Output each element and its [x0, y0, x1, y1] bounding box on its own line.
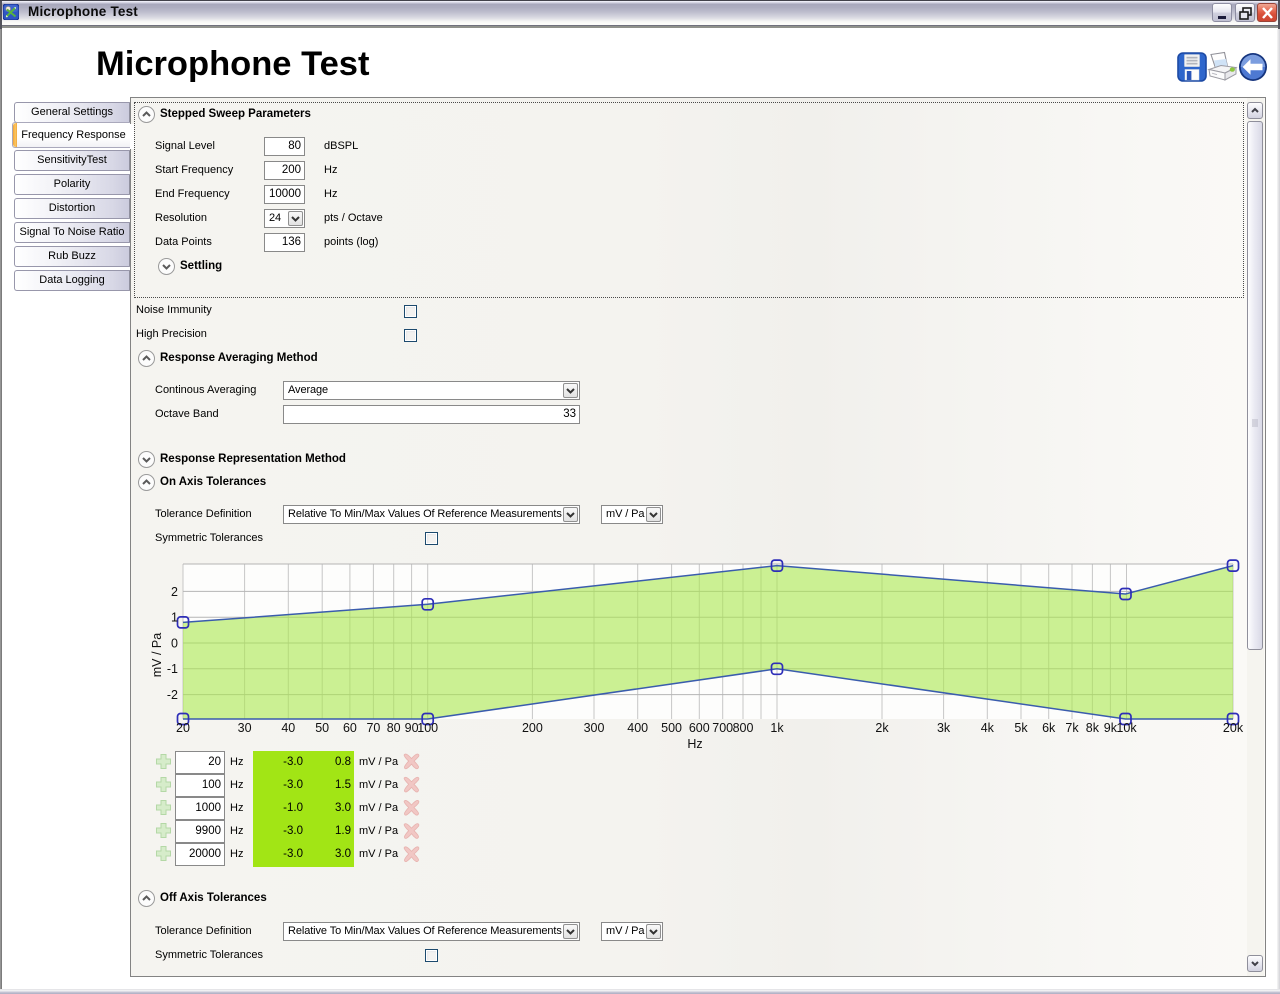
svg-text:10k: 10k: [1116, 721, 1137, 735]
svg-text:50: 50: [315, 721, 329, 735]
svg-text:3k: 3k: [937, 721, 951, 735]
svg-text:Hz: Hz: [687, 737, 702, 751]
svg-text:2: 2: [171, 585, 178, 599]
svg-text:0: 0: [171, 637, 178, 651]
svg-text:6k: 6k: [1042, 721, 1056, 735]
svg-text:4k: 4k: [981, 721, 995, 735]
svg-text:1k: 1k: [770, 721, 784, 735]
svg-text:1: 1: [171, 611, 178, 625]
svg-text:40: 40: [281, 721, 295, 735]
svg-text:800: 800: [733, 721, 754, 735]
svg-text:500: 500: [661, 721, 682, 735]
svg-text:600: 600: [689, 721, 710, 735]
svg-text:20: 20: [176, 721, 190, 735]
svg-text:400: 400: [627, 721, 648, 735]
svg-text:mV / Pa: mV / Pa: [150, 633, 164, 678]
svg-text:5k: 5k: [1014, 721, 1028, 735]
svg-text:100: 100: [417, 721, 438, 735]
svg-text:7k: 7k: [1065, 721, 1079, 735]
svg-text:80: 80: [387, 721, 401, 735]
svg-text:20k: 20k: [1223, 721, 1244, 735]
svg-text:2k: 2k: [875, 721, 889, 735]
svg-text:60: 60: [343, 721, 357, 735]
svg-text:70: 70: [366, 721, 380, 735]
svg-text:700: 700: [712, 721, 733, 735]
svg-text:200: 200: [522, 721, 543, 735]
svg-text:300: 300: [584, 721, 605, 735]
svg-text:-1: -1: [167, 662, 178, 676]
svg-text:8k: 8k: [1086, 721, 1100, 735]
svg-text:-2: -2: [167, 688, 178, 702]
svg-text:30: 30: [238, 721, 252, 735]
